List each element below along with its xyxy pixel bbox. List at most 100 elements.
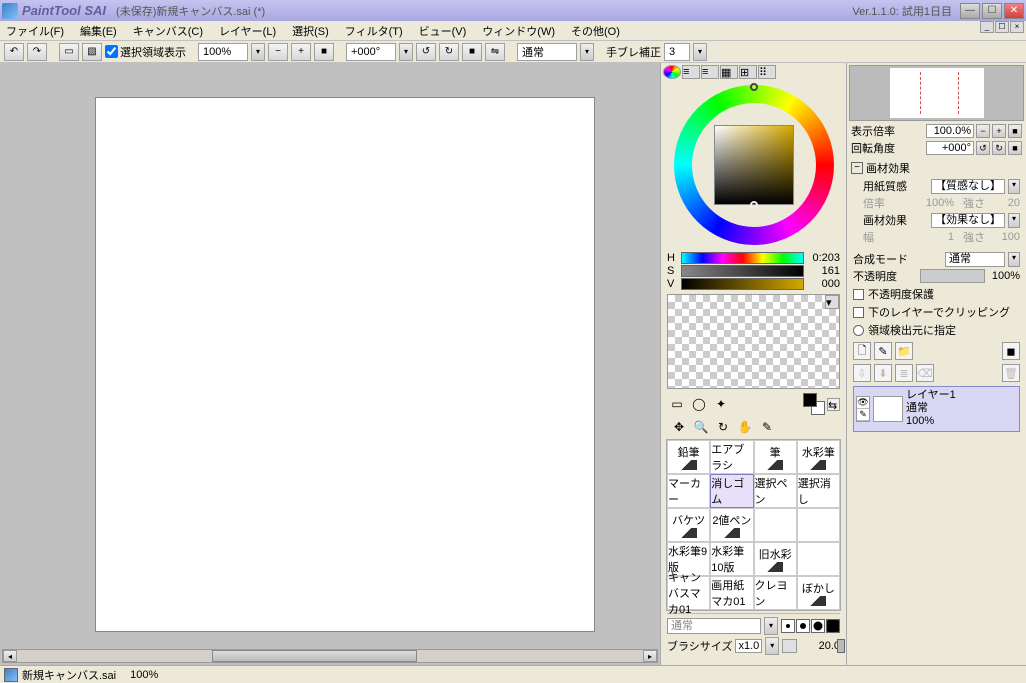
brush-tip-3[interactable] xyxy=(811,619,825,633)
color-wheel[interactable] xyxy=(674,85,834,245)
brush-0-0[interactable]: 鉛筆 xyxy=(667,440,710,474)
flatten-button[interactable]: ≣ xyxy=(895,364,913,382)
nav-zoom-value[interactable]: 100.0% xyxy=(926,124,974,138)
layer-item[interactable]: 👁✎ レイヤー1 通常 100% xyxy=(853,386,1020,432)
new-layer-button[interactable]: 🗋 xyxy=(853,342,871,360)
blend-mode-dropdown[interactable]: ▾ xyxy=(580,43,594,61)
brush-0-3[interactable]: 水彩筆 xyxy=(797,440,840,474)
canvas[interactable] xyxy=(95,97,595,632)
brush-2-1[interactable]: 2値ペン xyxy=(710,508,753,542)
paper-field[interactable]: 【質感なし】 xyxy=(931,179,1005,194)
minimize-button[interactable]: — xyxy=(960,3,980,19)
scratchpad-menu-button[interactable]: ▾ xyxy=(825,295,839,309)
brush-4-0[interactable]: キャンバスマカ01 xyxy=(667,576,710,610)
zoom-in-button[interactable]: + xyxy=(291,43,311,61)
brush-4-2[interactable]: クレヨン xyxy=(754,576,797,610)
swap-colors-button[interactable]: ⇆ xyxy=(827,398,840,411)
brush-1-3[interactable]: 選択消し xyxy=(797,474,840,508)
stabilizer-field[interactable]: 3 xyxy=(664,43,690,61)
delete-layer-button[interactable]: 🗑 xyxy=(1002,364,1020,382)
color-swatches-tab[interactable]: ⊞ xyxy=(739,65,757,79)
zoom-dropdown[interactable]: ▾ xyxy=(251,43,265,61)
brush-tip-1[interactable] xyxy=(781,619,795,633)
brush-1-1[interactable]: 消しゴム xyxy=(710,474,753,508)
brush-tip-4[interactable] xyxy=(826,619,840,633)
nav-rot-value[interactable]: +000° xyxy=(926,141,974,155)
blend-mode-field[interactable]: 通常 xyxy=(517,43,577,61)
brush-2-0[interactable]: バケツ xyxy=(667,508,710,542)
rotate-tool[interactable]: ↻ xyxy=(713,418,733,436)
eyedropper-tool[interactable]: ✎ xyxy=(757,418,777,436)
flip-h-button[interactable]: ⇋ xyxy=(485,43,505,61)
eff-dropdown[interactable]: ▾ xyxy=(1008,213,1020,228)
zoom-reset-button[interactable]: ■ xyxy=(314,43,334,61)
menu-filter[interactable]: フィルタ(T) xyxy=(345,23,403,39)
nav-rot-cw[interactable]: ↻ xyxy=(992,141,1006,155)
brush-4-3[interactable]: ぼかし xyxy=(797,576,840,610)
rotate-cw-button[interactable]: ↻ xyxy=(439,43,459,61)
brush-0-2[interactable]: 筆 xyxy=(754,440,797,474)
brush-size-slider[interactable] xyxy=(782,639,797,653)
brush-1-0[interactable]: マーカー xyxy=(667,474,710,508)
rotate-reset-button[interactable]: ■ xyxy=(462,43,482,61)
stabilizer-dropdown[interactable]: ▾ xyxy=(693,43,707,61)
preserve-opacity-checkbox[interactable] xyxy=(853,289,864,300)
invert-sel-button[interactable]: ▧ xyxy=(82,43,102,61)
nav-zoom-out[interactable]: − xyxy=(976,124,990,138)
sv-marker-icon[interactable] xyxy=(750,201,758,209)
val-slider[interactable] xyxy=(681,278,804,290)
layer-mask-button[interactable]: ◼ xyxy=(1002,342,1020,360)
color-mixer-tab[interactable]: ▦ xyxy=(720,65,738,79)
scroll-right-button[interactable]: ▸ xyxy=(643,650,657,662)
brush-3-2[interactable]: 旧水彩 xyxy=(754,542,797,576)
brush-3-1[interactable]: 水彩筆10版 xyxy=(710,542,753,576)
color-rgb-tab[interactable]: ≡ xyxy=(682,65,700,79)
child-close-button[interactable]: × xyxy=(1010,21,1024,33)
comp-mode-field[interactable]: 通常 xyxy=(945,252,1005,267)
brush-size-mult[interactable]: x1.0 xyxy=(735,639,762,653)
zoom-out-button[interactable]: − xyxy=(268,43,288,61)
color-hsv-tab[interactable]: ≡ xyxy=(701,65,719,79)
menu-window[interactable]: ウィンドウ(W) xyxy=(482,23,555,39)
layer-visible-icon[interactable]: 👁 xyxy=(857,397,869,409)
menu-select[interactable]: 選択(S) xyxy=(292,23,329,39)
brush-blend-dropdown[interactable]: ▾ xyxy=(764,617,778,635)
menu-view[interactable]: ビュー(V) xyxy=(419,23,467,39)
fg-bg-swatch[interactable] xyxy=(803,393,825,415)
menu-canvas[interactable]: キャンバス(C) xyxy=(133,23,203,39)
effects-collapse-button[interactable]: − xyxy=(851,162,863,174)
sat-slider[interactable] xyxy=(681,265,804,277)
canvas-hscrollbar[interactable]: ◂ ▸ xyxy=(2,649,658,663)
lasso-tool[interactable]: ◯ xyxy=(689,395,709,413)
angle-field[interactable]: +000° xyxy=(346,43,396,61)
rotate-ccw-button[interactable]: ↺ xyxy=(416,43,436,61)
clear-layer-button[interactable]: ⌫ xyxy=(916,364,934,382)
new-linework-button[interactable]: ✎ xyxy=(874,342,892,360)
clipping-checkbox[interactable] xyxy=(853,307,864,318)
menu-layer[interactable]: レイヤー(L) xyxy=(219,23,276,39)
close-button[interactable]: ✕ xyxy=(1004,3,1024,19)
child-min-button[interactable]: _ xyxy=(980,21,994,33)
child-max-button[interactable]: ☐ xyxy=(995,21,1009,33)
eff-field[interactable]: 【効果なし】 xyxy=(931,213,1005,228)
color-scratch-tab[interactable]: ⠿ xyxy=(758,65,776,79)
nav-zoom-reset[interactable]: ■ xyxy=(1008,124,1022,138)
transfer-down-button[interactable]: ⇩ xyxy=(853,364,871,382)
sel-source-radio[interactable] xyxy=(853,325,864,336)
new-folder-button[interactable]: 📁 xyxy=(895,342,913,360)
redo-button[interactable]: ↷ xyxy=(27,43,47,61)
nav-rot-ccw[interactable]: ↺ xyxy=(976,141,990,155)
comp-mode-dropdown[interactable]: ▾ xyxy=(1008,252,1020,267)
brush-tip-2[interactable] xyxy=(796,619,810,633)
maximize-button[interactable]: ☐ xyxy=(982,3,1002,19)
brush-1-2[interactable]: 選択ペン xyxy=(754,474,797,508)
scroll-thumb[interactable] xyxy=(212,650,417,662)
undo-button[interactable]: ↶ xyxy=(4,43,24,61)
paper-dropdown[interactable]: ▾ xyxy=(1008,179,1020,194)
merge-down-button[interactable]: ⬇ xyxy=(874,364,892,382)
hand-tool[interactable]: ✋ xyxy=(735,418,755,436)
sel-rect-tool[interactable]: ▭ xyxy=(667,395,687,413)
hue-marker-icon[interactable] xyxy=(750,83,758,91)
nav-rot-reset[interactable]: ■ xyxy=(1008,141,1022,155)
status-doc-name[interactable]: 新規キャンバス.sai xyxy=(22,667,116,683)
